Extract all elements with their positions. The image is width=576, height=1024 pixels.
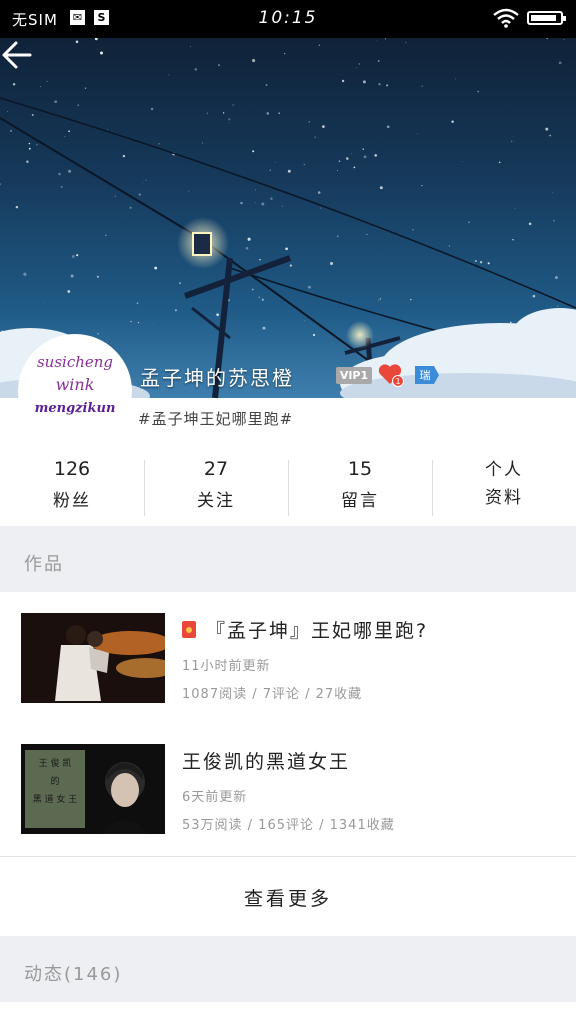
stat-label: 个人 资料 xyxy=(485,460,523,508)
work-updated: 6天前更新 xyxy=(182,790,248,805)
view-more-button[interactable]: 查看更多 xyxy=(0,856,576,937)
stat-value: 27 xyxy=(203,458,229,480)
battery-icon xyxy=(527,11,566,25)
activity-list-start xyxy=(0,1002,576,1024)
stat-value: 15 xyxy=(347,458,373,480)
work-title: 『孟子坤』王妃哪里跑? xyxy=(182,616,428,643)
stat-value: 126 xyxy=(53,458,91,480)
fan-badge-char: 瑞 xyxy=(420,368,431,382)
view-more-label: 查看更多 xyxy=(243,888,332,910)
avatar-text-line: susicheng xyxy=(36,353,114,371)
svg-text:的: 的 xyxy=(50,775,59,787)
work-stats: 53万阅读 / 165评论 / 1341收藏 xyxy=(182,818,395,833)
fan-badge-icon[interactable]: 瑞 xyxy=(412,362,440,388)
heart-badge-count: 1 xyxy=(395,377,400,386)
work-cover-image xyxy=(21,613,165,703)
stat-label: 留言 xyxy=(341,491,379,511)
vip-badge[interactable]: VIP1 xyxy=(336,367,372,384)
back-arrow-icon[interactable] xyxy=(0,38,34,72)
heart-icon[interactable]: 1 xyxy=(378,362,404,388)
stat-fans[interactable]: 126 粉丝 xyxy=(0,448,144,526)
wifi-icon xyxy=(493,8,519,28)
section-title: 动态(146) xyxy=(24,964,123,985)
profile-signature: #孟子坤王妃哪里跑# xyxy=(138,410,294,428)
stat-following[interactable]: 27 关注 xyxy=(144,448,288,526)
svg-text:黑 道 女 王: 黑 道 女 王 xyxy=(33,793,78,805)
status-bar: 无SIM ✉ S 10:15 xyxy=(0,0,576,38)
stat-profile-info[interactable]: 个人 资料 xyxy=(432,448,576,526)
list-item[interactable]: 『孟子坤』王妃哪里跑? 11小时前更新 1087阅读 / 7评论 / 27收藏 xyxy=(0,593,576,723)
work-updated: 11小时前更新 xyxy=(182,659,271,674)
activity-section-header[interactable]: 动态(146) xyxy=(0,936,576,1002)
stat-label: 粉丝 xyxy=(53,491,91,511)
username: 孟子坤的苏思橙 xyxy=(140,366,294,390)
red-envelope-icon xyxy=(182,621,196,638)
work-title: 王俊凯的黑道女王 xyxy=(182,751,351,773)
stat-messages[interactable]: 15 留言 xyxy=(288,448,432,526)
works-section-header: 作品 xyxy=(0,526,576,592)
work-stats: 1087阅读 / 7评论 / 27收藏 xyxy=(182,687,363,702)
avatar-text-line: mengzikun xyxy=(34,401,116,416)
list-item[interactable]: 王 俊 凯 的 黑 道 女 王 王俊凯的黑道女王 6天前更新 53万阅读 / 1… xyxy=(0,724,576,854)
stats-bar: 126 粉丝 27 关注 15 留言 个人 资料 xyxy=(0,448,576,526)
svg-text:王 俊 凯: 王 俊 凯 xyxy=(39,757,72,769)
avatar-text-line: wink xyxy=(55,375,95,394)
stat-label: 关注 xyxy=(197,491,235,511)
work-cover-image: 王 俊 凯 的 黑 道 女 王 xyxy=(21,744,165,834)
clock: 10:15 xyxy=(258,8,318,28)
avatar[interactable]: susicheng wink mengzikun xyxy=(18,334,132,448)
section-title: 作品 xyxy=(24,554,64,575)
